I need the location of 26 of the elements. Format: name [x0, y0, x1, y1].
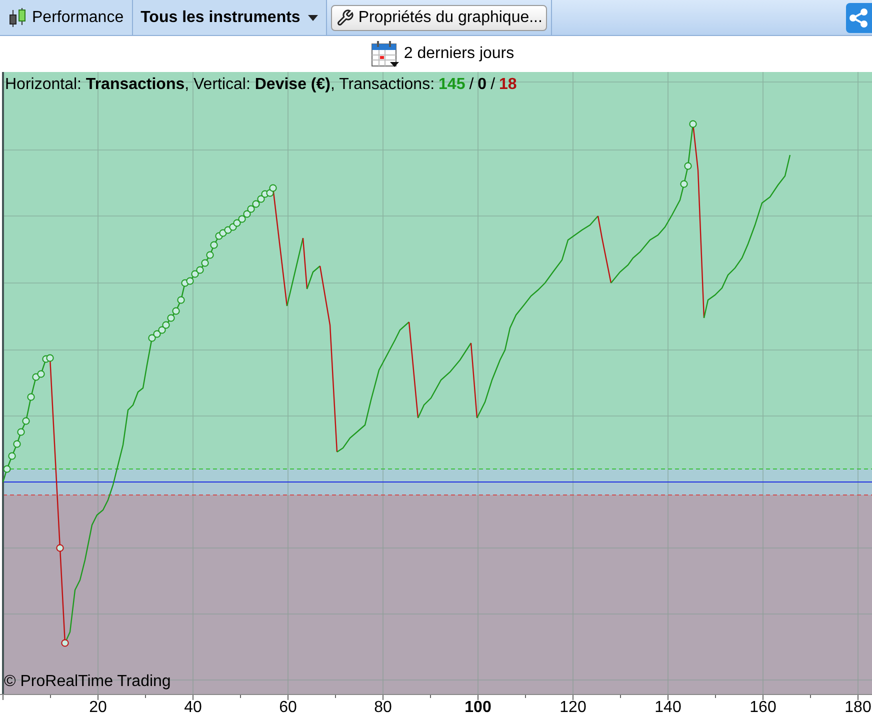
- performance-tab[interactable]: Performance: [0, 0, 133, 35]
- chart-properties-button[interactable]: Propriétés du graphique...: [331, 4, 548, 30]
- instruments-dropdown[interactable]: Tous les instruments: [132, 0, 328, 35]
- copyright-text: © ProRealTime Trading: [4, 672, 171, 692]
- transaction-count: 145: [438, 75, 466, 95]
- share-button[interactable]: [846, 3, 872, 33]
- axis-tick-label: 80: [374, 700, 392, 716]
- axis-tick-label: 60: [279, 700, 297, 716]
- chart-legend: Horizontal: Transactions, Vertical: Devise (€), Transactions:: [5, 73, 435, 97]
- axis-tick-label: 40: [184, 700, 202, 716]
- axis-tick-label: 120: [560, 700, 586, 716]
- count-separator: /: [469, 75, 474, 95]
- transaction-count: 0: [478, 75, 487, 95]
- axis-tick-label: 20: [89, 700, 107, 716]
- calendar-icon: [370, 39, 400, 69]
- axis-tick-label: 180: [844, 700, 872, 716]
- axis-tick-label: 140: [654, 700, 682, 716]
- caret-icon: [308, 14, 318, 20]
- transaction-count: 18: [499, 75, 517, 95]
- share-icon: [849, 8, 869, 28]
- candlestick-icon: [8, 6, 28, 28]
- axis-tick-label: 160: [750, 700, 776, 716]
- count-separator: /: [490, 75, 496, 95]
- axis-tick-label: 100: [464, 700, 492, 716]
- period-button[interactable]: 2 derniers jours: [370, 39, 514, 69]
- wrench-icon: [336, 8, 354, 26]
